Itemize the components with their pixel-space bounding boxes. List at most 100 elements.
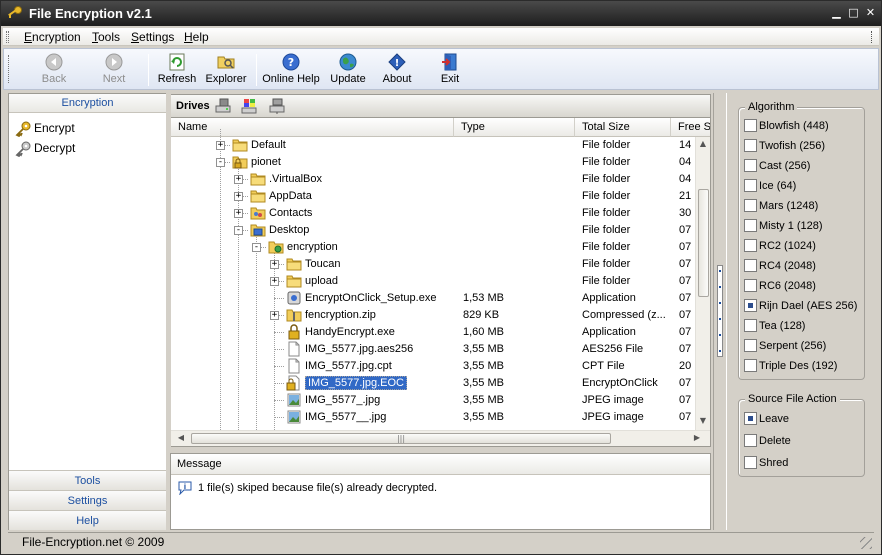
algorithm-option[interactable]: RC4 (2048) [744,259,816,277]
column-header-name[interactable]: Name [171,118,454,137]
menu-encryption[interactable]: Encryption [24,30,81,44]
table-row[interactable]: IMG_5577__.jpg 3,55 MB JPEG image 07 [171,409,695,426]
tree-expander[interactable]: + [270,311,279,320]
scroll-left-arrow[interactable]: ◀ [175,433,187,444]
table-row[interactable]: - encryption File folder 07 [171,239,695,256]
nav-item-encrypt[interactable]: Encrypt [15,119,75,137]
radio-button[interactable] [744,319,757,332]
tree-expander[interactable]: + [234,175,243,184]
tree-expander[interactable]: - [216,158,225,167]
menu-settings[interactable]: Settings [131,30,174,44]
tree-expander[interactable]: + [234,192,243,201]
radio-button[interactable] [744,359,757,372]
tree-expander[interactable]: + [270,277,279,286]
menu-help[interactable]: Help [184,30,209,44]
table-row[interactable]: + fencryption.zip 829 KB Compressed (z... 07 [171,307,695,324]
table-row[interactable]: + Contacts File folder 30 [171,205,695,222]
tree-expander[interactable]: + [216,141,225,150]
radio-button[interactable] [744,259,757,272]
table-row[interactable]: - pionet File folder 04 [171,154,695,171]
table-row[interactable]: IMG_5577_.jpg 3,55 MB JPEG image 07 [171,392,695,409]
vertical-scrollbar[interactable]: ▲ ▼ [695,137,710,430]
table-row[interactable]: + Default File folder 14 [171,137,695,154]
algorithm-option[interactable]: Tea (128) [744,319,805,337]
radio-button[interactable] [744,119,757,132]
table-row[interactable]: EncryptOnClick_Setup.exe 1,53 MB Applicati… [171,290,695,307]
tree-expander[interactable]: - [252,243,261,252]
nav-footer-help[interactable]: Help [9,510,166,530]
table-row[interactable]: HandyEncrypt.exe 1,60 MB Application 07 [171,324,695,341]
exit-button[interactable]: Exit [432,52,468,88]
right-splitter[interactable] [713,93,727,530]
algorithm-option[interactable]: RC2 (1024) [744,239,816,257]
tree-expander[interactable]: + [270,260,279,269]
resize-grip[interactable] [860,537,872,549]
tree-expander[interactable]: - [234,226,243,235]
algorithm-option[interactable]: Serpent (256) [744,339,826,357]
menu-tools[interactable]: Tools [92,30,120,44]
title-bar[interactable]: File Encryption v2.1 ▁ □ ✕ [1,1,881,26]
table-row[interactable]: + upload File folder 07 [171,273,695,290]
column-header-type[interactable]: Type [454,118,575,137]
radio-button[interactable] [744,412,757,425]
update-button[interactable]: Update [326,52,370,88]
algorithm-option[interactable]: Blowfish (448) [744,119,829,137]
radio-button[interactable] [744,279,757,292]
nav-item-decrypt[interactable]: Decrypt [15,139,75,157]
drive-icon[interactable] [215,98,232,114]
radio-button[interactable] [744,219,757,232]
nav-footer-tools[interactable]: Tools [9,470,166,490]
network-drive-icon[interactable] [269,98,286,114]
algorithm-option[interactable]: Misty 1 (128) [744,219,823,237]
table-row[interactable]: + .VirtualBox File folder 04 [171,171,695,188]
splitter-handle[interactable] [717,265,723,357]
radio-button[interactable] [744,179,757,192]
windows-drive-icon[interactable] [241,98,258,114]
explorer-button[interactable]: Explorer [202,52,250,88]
table-row[interactable]: IMG_5577.jpg.cpt 3,55 MB CPT File 20 [171,358,695,375]
column-header-total-size[interactable]: Total Size [575,118,671,137]
table-row[interactable]: + AppData File folder 21 [171,188,695,205]
minimize-button[interactable]: ▁ [830,7,843,19]
radio-button[interactable] [744,199,757,212]
nav-header-encryption[interactable]: Encryption [9,94,166,113]
radio-button[interactable] [744,456,757,469]
table-row[interactable]: - Desktop File folder 07 [171,222,695,239]
algorithm-option[interactable]: Twofish (256) [744,139,825,157]
refresh-button[interactable]: Refresh [155,52,199,88]
tree-expander[interactable]: + [234,209,243,218]
table-row[interactable]: + Toucan File folder 07 [171,256,695,273]
radio-button[interactable] [744,159,757,172]
next-button[interactable]: Next [94,52,134,88]
horizontal-scrollbar[interactable]: ◀ ||| ▶ [171,430,710,446]
table-row[interactable]: IMG_5577.jpg.aes256 3,55 MB AES256 File 07 [171,341,695,358]
algorithm-option[interactable]: RC6 (2048) [744,279,816,297]
scroll-right-arrow[interactable]: ▶ [691,433,703,444]
column-header-free-space[interactable]: Free S [671,118,710,137]
close-button[interactable]: ✕ [864,7,877,19]
radio-button[interactable] [744,139,757,152]
source_action-option[interactable]: Shred [744,456,788,474]
vertical-scroll-thumb[interactable] [698,189,709,297]
explorer-label: Explorer [205,73,247,85]
nav-footer-settings[interactable]: Settings [9,490,166,510]
source_action-option[interactable]: Leave [744,412,789,430]
algorithm-option[interactable]: Triple Des (192) [744,359,837,377]
radio-button[interactable] [744,299,757,312]
online-help-button[interactable]: ? Online Help [261,52,321,88]
scroll-down-arrow[interactable]: ▼ [698,416,708,428]
about-button[interactable]: ! About [377,52,417,88]
algorithm-option[interactable]: Cast (256) [744,159,810,177]
radio-button[interactable] [744,434,757,447]
table-row[interactable]: IMG_5577.jpg.EOC 3,55 MB EncryptOnClick 07 [171,375,695,392]
scroll-up-arrow[interactable]: ▲ [698,139,708,151]
maximize-button[interactable]: □ [847,7,860,19]
radio-button[interactable] [744,239,757,252]
source_action-option[interactable]: Delete [744,434,791,452]
radio-button[interactable] [744,339,757,352]
back-button[interactable]: Back [34,52,74,88]
algorithm-option[interactable]: Rijn Dael (AES 256) [744,299,857,317]
algorithm-option[interactable]: Ice (64) [744,179,796,197]
algorithm-option[interactable]: Mars (1248) [744,199,818,217]
horizontal-scroll-thumb[interactable]: ||| [191,433,611,444]
